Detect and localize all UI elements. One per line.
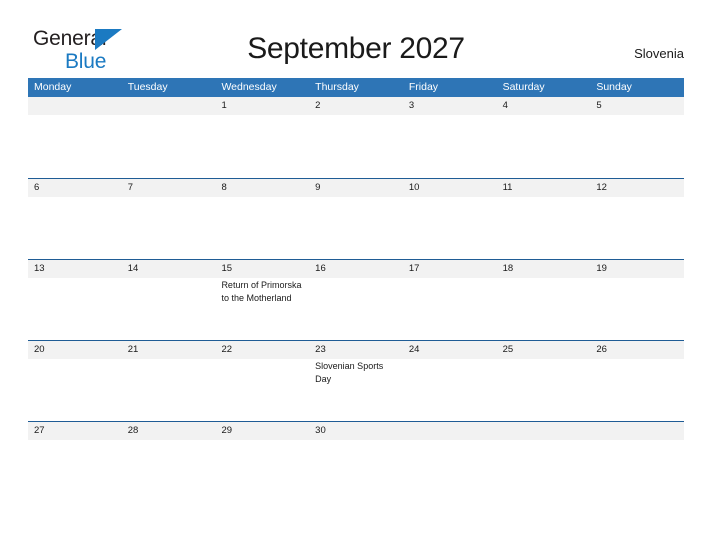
day-number: 2 [315, 100, 321, 111]
day-cell[interactable]: 30 [309, 422, 403, 451]
day-cell[interactable] [122, 97, 216, 178]
day-cell[interactable]: 9 [309, 179, 403, 259]
page-title: September 2027 [247, 32, 465, 65]
day-cell[interactable]: 24 [403, 341, 497, 421]
day-cell[interactable]: 22 [215, 341, 309, 421]
day-cell[interactable] [28, 97, 122, 178]
day-cell[interactable]: 26 [590, 341, 684, 421]
week-row: 13 14 15 Return of Primorska to the Moth… [28, 259, 684, 340]
day-cell[interactable]: 1 [215, 97, 309, 178]
day-number: 27 [34, 425, 45, 436]
day-cell[interactable]: 17 [403, 260, 497, 340]
day-cell[interactable]: 28 [122, 422, 216, 451]
day-number: 9 [315, 182, 321, 193]
day-number: 4 [502, 100, 508, 111]
day-number: 26 [596, 344, 607, 355]
day-cell[interactable]: 10 [403, 179, 497, 259]
day-cell[interactable]: 19 [590, 260, 684, 340]
day-number: 19 [596, 263, 607, 274]
day-number [128, 99, 211, 114]
day-cell[interactable]: 12 [590, 179, 684, 259]
week-row: 27 28 29 30 [28, 421, 684, 451]
day-cell[interactable]: 2 [309, 97, 403, 178]
day-number: 15 [221, 263, 233, 274]
weekday-friday: Friday [408, 81, 439, 93]
day-cell[interactable]: 3 [403, 97, 497, 178]
day-event: Slovenian Sports Day [315, 361, 384, 384]
calendar-grid: Monday Tuesday Wednesday Thursday Friday… [28, 78, 684, 451]
day-number: 20 [34, 344, 45, 355]
day-cell[interactable]: 8 [215, 179, 309, 259]
day-number: 6 [34, 182, 40, 193]
day-number [409, 424, 492, 439]
day-number: 1 [221, 100, 227, 111]
weekday-wednesday: Wednesday [221, 81, 277, 93]
day-number: 10 [408, 182, 420, 193]
day-number: 24 [408, 344, 420, 355]
day-cell[interactable]: 21 [122, 341, 216, 421]
weekday-saturday: Saturday [502, 81, 545, 93]
day-number: 21 [127, 344, 139, 355]
week-row: 6 7 8 9 10 11 12 [28, 178, 684, 259]
day-cell[interactable]: 4 [497, 97, 591, 178]
day-number: 23 [315, 344, 326, 355]
day-event: Return of Primorska to the Motherland [221, 280, 302, 303]
day-cell[interactable]: 7 [122, 179, 216, 259]
day-cell[interactable]: 6 [28, 179, 122, 259]
day-cell[interactable]: 13 [28, 260, 122, 340]
day-number: 11 [502, 182, 513, 193]
day-number: 16 [315, 263, 326, 274]
day-cell[interactable]: 23 Slovenian Sports Day [309, 341, 403, 421]
country-label: Slovenia [634, 46, 684, 61]
weekday-header-row: Monday Tuesday Wednesday Thursday Friday… [28, 78, 684, 97]
day-cell[interactable]: 16 [309, 260, 403, 340]
day-cell[interactable]: 15 Return of Primorska to the Motherland [215, 260, 309, 340]
weekday-thursday: Thursday [315, 81, 359, 93]
day-cell[interactable] [497, 422, 591, 451]
day-number: 18 [502, 263, 514, 274]
day-number: 7 [127, 182, 134, 193]
weekday-monday: Monday [34, 81, 72, 93]
day-cell[interactable]: 18 [497, 260, 591, 340]
day-cell[interactable]: 25 [497, 341, 591, 421]
day-cell[interactable]: 20 [28, 341, 122, 421]
day-number: 30 [315, 425, 326, 436]
day-cell[interactable]: 27 [28, 422, 122, 451]
day-number: 5 [596, 100, 602, 111]
day-number: 14 [127, 263, 139, 274]
day-cell[interactable] [403, 422, 497, 451]
day-number: 13 [34, 263, 45, 274]
day-number: 8 [221, 182, 227, 193]
week-row: 20 21 22 23 Slovenian Sports Day 24 25 2… [28, 340, 684, 421]
day-cell[interactable]: 11 [497, 179, 591, 259]
day-number [503, 424, 586, 439]
day-number: 17 [408, 263, 420, 274]
day-number: 25 [502, 344, 514, 355]
week-row: 1 2 3 4 5 [28, 97, 684, 178]
day-cell[interactable]: 14 [122, 260, 216, 340]
weekday-sunday: Sunday [596, 81, 632, 93]
day-cell[interactable]: 29 [215, 422, 309, 451]
day-cell[interactable]: 5 [590, 97, 684, 178]
page-header: General Blue September 2027 Slovenia [0, 0, 712, 72]
day-cell[interactable] [590, 422, 684, 451]
day-number: 22 [221, 344, 233, 355]
day-number: 29 [221, 425, 233, 436]
weekday-tuesday: Tuesday [127, 81, 168, 93]
calendar-page: General Blue September 2027 Slovenia Mon… [0, 0, 712, 550]
day-number: 28 [127, 425, 139, 436]
day-number: 12 [596, 182, 607, 193]
day-number [596, 424, 679, 439]
day-number [34, 99, 117, 114]
day-number: 3 [408, 100, 415, 111]
